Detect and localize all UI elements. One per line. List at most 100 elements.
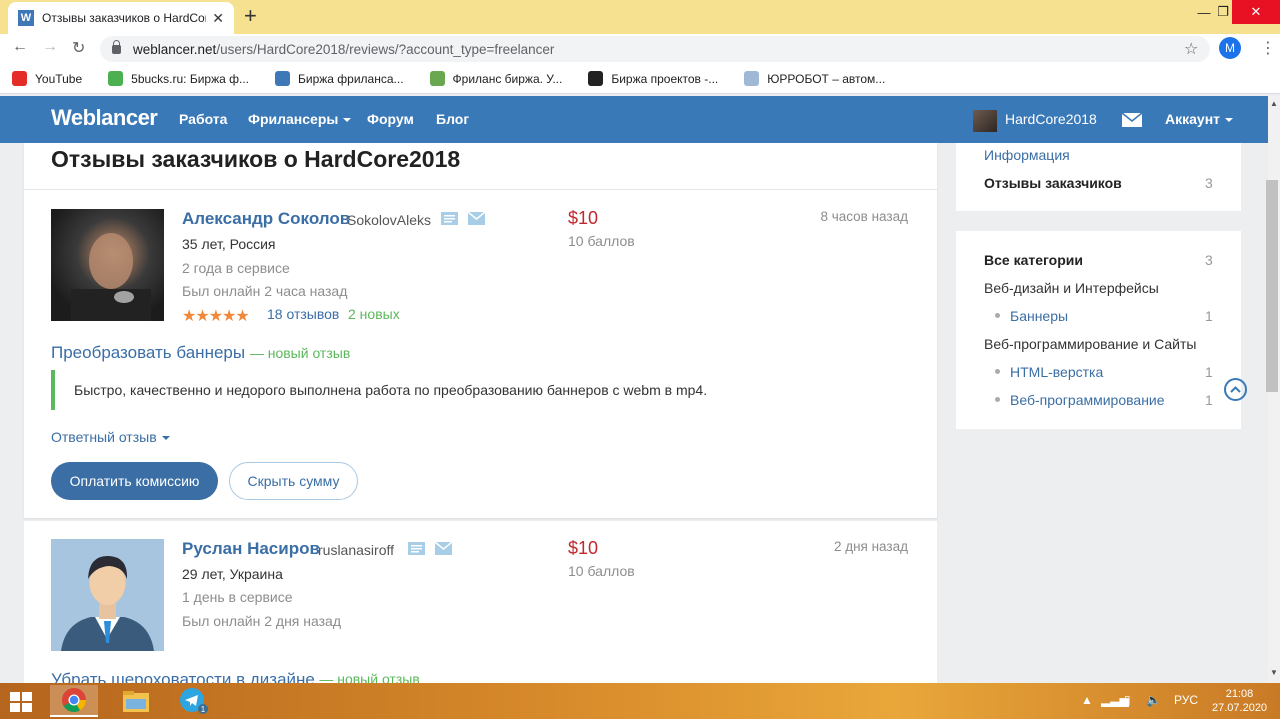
bookmark-item[interactable]: Фриланс биржа. У... [429,71,563,86]
sidebar-item-reviews[interactable]: Отзывы заказчиков [984,175,1122,191]
review-price: $10 [568,538,599,558]
bookmarks-bar: YouTube 5bucks.ru: Биржа ф... Биржа фрилан… [0,64,1280,94]
category-web-programming: Веб-программирование и Сайты [984,336,1197,352]
url-text: weblancer.net/users/HardCore2018/reviews… [133,41,555,57]
bookmark-item[interactable]: YouTube [12,71,82,86]
bullet [995,313,1000,318]
chevron-down-icon [161,436,170,441]
divider [24,189,937,190]
nav-link-blog[interactable]: Блог [436,111,469,127]
weblancer-icon [275,71,291,86]
pay-commission-button[interactable]: Оплатить комиссию [51,462,218,500]
message-envelope-icon[interactable] [434,541,453,555]
project-link[interactable]: Преобразовать баннеры — новый отзыв [51,343,350,363]
reviewer-age-country: 35 лет, Россия [182,236,276,252]
kwork-icon [588,71,604,86]
forward-icon[interactable]: → [42,38,58,56]
user-avatar[interactable] [973,110,997,132]
reviewer-last-online: Был онлайн 2 дня назад [182,613,342,629]
5bucks-icon [108,71,124,86]
bookmark-star-icon[interactable]: ☆ [1184,39,1198,59]
nav-account[interactable]: Аккаунт [1165,111,1234,127]
taskbar-clock[interactable]: 21:08 27.07.2020 [1212,687,1267,715]
globe-icon [744,71,760,86]
browser-tab[interactable]: W Отзывы заказчиков о HardCore2018 ✕ [8,2,234,34]
category-webprog[interactable]: Веб-программирование [1010,392,1165,408]
bookmark-item[interactable]: Биржа фриланса... [275,71,404,86]
chrome-taskbar-icon[interactable] [50,685,98,717]
site-header: Weblancer Работа Фрилансеры Форум Блог H… [0,96,1268,143]
portfolio-icon[interactable] [408,542,425,555]
bookmark-item[interactable]: Биржа проектов -... [588,71,718,86]
fl-icon [429,71,445,86]
youtube-icon [12,71,27,86]
category-all[interactable]: Все категории [984,252,1083,268]
bullet [995,369,1000,374]
reviewer-avatar[interactable] [51,539,164,651]
volume-icon[interactable]: 🔈 [1146,693,1161,707]
bookmark-label: Фриланс биржа. У... [452,71,563,86]
bookmark-item[interactable]: 5bucks.ru: Биржа ф... [108,71,249,86]
svg-text:1: 1 [201,705,206,714]
review-points: 10 баллов [568,563,635,579]
nav-username[interactable]: HardCore2018 [1005,111,1097,127]
messages-envelope-icon[interactable] [1122,113,1142,127]
nav-link-forum[interactable]: Форум [367,111,414,127]
sidebar-count: 3 [1205,175,1213,191]
scroll-down-arrow-icon[interactable]: ▼ [1268,667,1280,679]
scroll-to-top-icon[interactable] [1224,378,1247,401]
profile-avatar[interactable]: M [1219,37,1241,59]
windows-start-icon[interactable] [10,692,32,712]
category-count: 1 [1205,392,1213,408]
message-envelope-icon[interactable] [467,211,486,225]
hide-amount-button[interactable]: Скрыть сумму [229,462,358,500]
back-icon[interactable]: ← [12,38,28,56]
weblancer-favicon-icon: W [18,10,34,26]
new-tab-icon[interactable]: + [244,5,257,27]
reply-review-toggle[interactable]: Ответный отзыв [51,429,170,445]
page-title: Отзывы заказчиков о HardCore2018 [51,146,461,172]
lock-icon [112,39,121,54]
scrollbar-thumb[interactable] [1266,180,1278,392]
rating-stars: ★★★★★ [182,308,250,325]
category-web-design: Веб-дизайн и Интерфейсы [984,280,1159,296]
battery-icon[interactable]: ▯ [1124,693,1131,707]
review-time: 2 дня назад [833,539,908,554]
new-reviews-count[interactable]: 2 новых [348,306,400,322]
window-close-icon[interactable]: ✕ [1232,0,1280,24]
review-time: 8 часов назад [820,209,908,224]
review-quote-bar [51,370,55,410]
bookmark-label: ЮРРОБОТ – автом... [767,71,886,86]
nav-link-freelancers[interactable]: Фрилансеры [248,111,352,127]
bookmark-item[interactable]: ЮРРОБОТ – автом... [744,71,885,86]
reviewer-name[interactable]: Александр Соколов [182,209,350,229]
review-price: $10 [568,208,599,228]
address-bar[interactable]: weblancer.net/users/HardCore2018/reviews… [100,36,1210,62]
reviewer-login: ruslanasiroff [318,542,395,558]
project-link-partial[interactable]: Убрать шероховатости в дизайне — новый о… [51,669,420,683]
portfolio-icon[interactable] [441,212,458,225]
file-explorer-icon[interactable] [112,685,160,717]
scroll-up-arrow-icon[interactable]: ▲ [1268,98,1280,110]
telegram-icon[interactable]: 1 [170,685,218,717]
reviewer-service-time: 1 день в сервисе [182,589,293,605]
category-html[interactable]: HTML-верстка [1010,364,1103,380]
reviews-count-link[interactable]: 18 отзывов [267,306,339,322]
sidebar-item-info[interactable]: Информация [984,147,1070,163]
chevron-down-icon [343,118,352,123]
bookmark-label: Биржа фриланса... [298,71,404,86]
category-banners[interactable]: Баннеры [1010,308,1068,324]
reviewer-last-online: Был онлайн 2 часа назад [182,283,348,299]
reviewer-avatar[interactable] [51,209,164,321]
tray-expand-icon[interactable]: ▲ [1081,693,1093,707]
reload-icon[interactable]: ↻ [72,38,85,58]
weblancer-logo[interactable]: Weblancer [51,105,158,131]
reviewer-login: SokolovAleks [347,212,432,228]
reviewer-name[interactable]: Руслан Насиров [182,539,320,559]
nav-link-work[interactable]: Работа [179,111,227,127]
category-count: 1 [1205,308,1213,324]
input-language[interactable]: РУС [1174,693,1198,707]
chrome-menu-icon[interactable]: ⋮ [1260,38,1276,58]
windows-taskbar: 1 ▲ ▂▃▅ ▯ 🔈 РУС 21:08 27.07.2020 [0,683,1280,719]
tab-close-icon[interactable]: ✕ [212,10,224,27]
